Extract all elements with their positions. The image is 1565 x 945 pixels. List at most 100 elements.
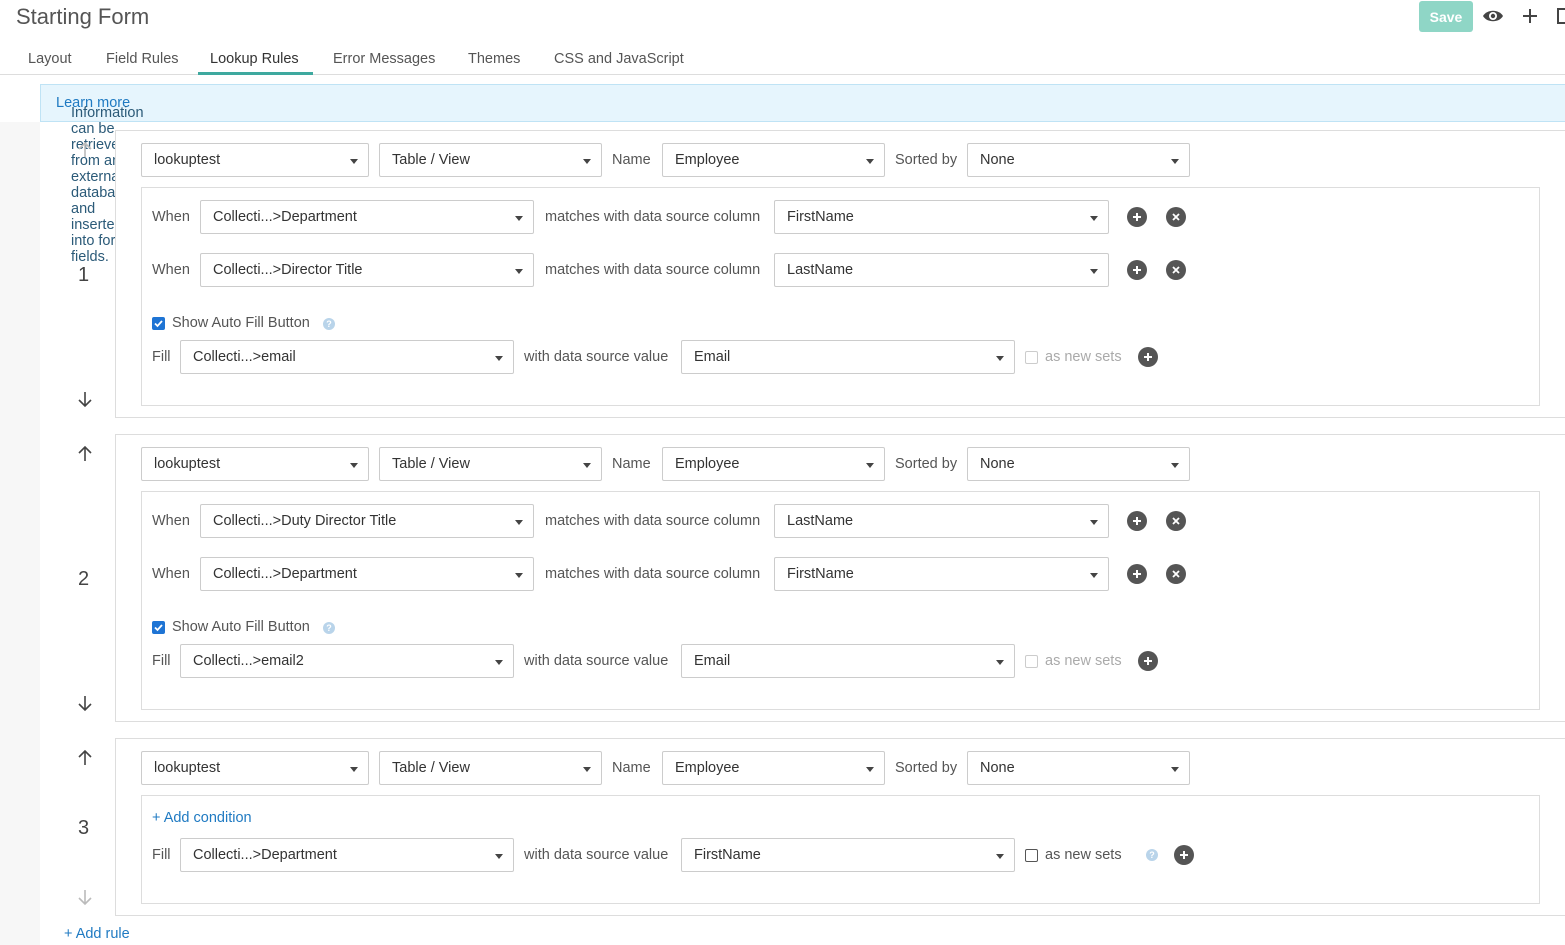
help-icon[interactable]: ? <box>1146 849 1158 861</box>
caret-down-icon <box>1090 269 1098 274</box>
tab-field-rules[interactable]: Field Rules <box>106 51 179 67</box>
tab-css-javascript[interactable]: CSS and JavaScript <box>554 51 684 67</box>
matches-label: matches with data source column <box>545 513 761 529</box>
active-tab-indicator <box>198 72 313 75</box>
condition-field-select[interactable]: Collecti...>Duty Director Title <box>200 504 534 538</box>
sorted-by-select[interactable]: None <box>967 143 1190 177</box>
tab-layout[interactable]: Layout <box>28 51 72 67</box>
move-down-icon[interactable] <box>75 887 95 907</box>
data-source-select[interactable]: lookuptest <box>141 447 369 481</box>
caret-down-icon <box>996 356 1004 361</box>
add-condition-icon[interactable] <box>1127 511 1147 531</box>
caret-down-icon <box>1171 159 1179 164</box>
fill-value-select[interactable]: Email <box>681 644 1015 678</box>
sorted-by-label: Sorted by <box>895 152 958 168</box>
plus-icon[interactable] <box>1518 4 1542 28</box>
data-source-select[interactable]: lookuptest <box>141 751 369 785</box>
add-fill-icon[interactable] <box>1138 347 1158 367</box>
caret-down-icon <box>583 463 591 468</box>
show-auto-fill-checkbox[interactable] <box>152 621 165 634</box>
move-up-icon[interactable] <box>75 748 95 768</box>
as-new-sets-label: as new sets <box>1045 847 1122 863</box>
source-type-select[interactable]: Table / View <box>379 447 602 481</box>
show-auto-fill-label: Show Auto Fill Button <box>172 315 310 331</box>
matches-label: matches with data source column <box>545 209 761 225</box>
add-fill-icon[interactable] <box>1174 845 1194 865</box>
as-new-sets-checkbox[interactable] <box>1025 849 1038 862</box>
source-type-select[interactable]: Table / View <box>379 143 602 177</box>
eye-icon[interactable] <box>1481 4 1505 28</box>
caret-down-icon <box>996 660 1004 665</box>
caret-down-icon <box>515 520 523 525</box>
sorted-by-label: Sorted by <box>895 760 958 776</box>
move-up-icon[interactable] <box>75 140 95 160</box>
caret-down-icon <box>1090 520 1098 525</box>
remove-condition-icon[interactable] <box>1166 511 1186 531</box>
help-icon[interactable]: ? <box>323 318 335 330</box>
caret-down-icon <box>515 216 523 221</box>
move-up-icon[interactable] <box>75 444 95 464</box>
as-new-sets-label: as new sets <box>1045 653 1122 669</box>
fill-field-select[interactable]: Collecti...>email2 <box>180 644 514 678</box>
condition-column-select[interactable]: LastName <box>774 253 1109 287</box>
when-label: When <box>152 513 190 529</box>
caret-down-icon <box>350 767 358 772</box>
add-condition-icon[interactable] <box>1127 207 1147 227</box>
table-name-select[interactable]: Employee <box>662 143 885 177</box>
caret-down-icon <box>866 463 874 468</box>
fill-label: Fill <box>152 349 171 365</box>
caret-down-icon <box>1090 573 1098 578</box>
caret-down-icon <box>1090 216 1098 221</box>
condition-field-select[interactable]: Collecti...>Director Title <box>200 253 534 287</box>
move-down-icon[interactable] <box>75 693 95 713</box>
data-source-select[interactable]: lookuptest <box>141 143 369 177</box>
fill-value-select[interactable]: FirstName <box>681 838 1015 872</box>
remove-condition-icon[interactable] <box>1166 564 1186 584</box>
caret-down-icon <box>866 767 874 772</box>
save-button[interactable]: Save <box>1419 1 1473 32</box>
caret-down-icon <box>350 463 358 468</box>
source-type-select[interactable]: Table / View <box>379 751 602 785</box>
table-name-select[interactable]: Employee <box>662 447 885 481</box>
table-name-select[interactable]: Employee <box>662 751 885 785</box>
remove-condition-icon[interactable] <box>1166 207 1186 227</box>
caret-down-icon <box>515 573 523 578</box>
info-banner: Information can be retrieved from an ext… <box>40 84 1565 265</box>
add-rule-link[interactable]: + Add rule <box>64 926 130 942</box>
sorted-by-select[interactable]: None <box>967 751 1190 785</box>
add-fill-icon[interactable] <box>1138 651 1158 671</box>
condition-column-select[interactable]: FirstName <box>774 557 1109 591</box>
move-down-icon[interactable] <box>75 389 95 409</box>
sorted-by-select[interactable]: None <box>967 447 1190 481</box>
condition-column-select[interactable]: FirstName <box>774 200 1109 234</box>
rule-number: 3 <box>78 817 90 839</box>
tab-error-messages[interactable]: Error Messages <box>333 51 435 67</box>
when-label: When <box>152 209 190 225</box>
copy-icon[interactable] <box>1552 4 1565 28</box>
with-value-label: with data source value <box>524 653 669 669</box>
caret-down-icon <box>495 660 503 665</box>
add-condition-link[interactable]: + Add condition <box>152 810 252 826</box>
add-condition-icon[interactable] <box>1127 260 1147 280</box>
caret-down-icon <box>1171 767 1179 772</box>
fill-field-select[interactable]: Collecti...>Department <box>180 838 514 872</box>
when-label: When <box>152 262 190 278</box>
as-new-sets-checkbox[interactable] <box>1025 655 1038 668</box>
condition-column-select[interactable]: LastName <box>774 504 1109 538</box>
condition-field-select[interactable]: Collecti...>Department <box>200 200 534 234</box>
fill-field-select[interactable]: Collecti...>email <box>180 340 514 374</box>
as-new-sets-checkbox[interactable] <box>1025 351 1038 364</box>
with-value-label: with data source value <box>524 847 669 863</box>
name-label: Name <box>612 456 651 472</box>
help-icon[interactable]: ? <box>323 622 335 634</box>
name-label: Name <box>612 152 651 168</box>
add-condition-icon[interactable] <box>1127 564 1147 584</box>
show-auto-fill-checkbox[interactable] <box>152 317 165 330</box>
condition-field-select[interactable]: Collecti...>Department <box>200 557 534 591</box>
fill-value-select[interactable]: Email <box>681 340 1015 374</box>
rule-number: 1 <box>78 264 90 286</box>
remove-condition-icon[interactable] <box>1166 260 1186 280</box>
tab-lookup-rules[interactable]: Lookup Rules <box>210 51 299 67</box>
caret-down-icon <box>1171 463 1179 468</box>
tab-themes[interactable]: Themes <box>468 51 520 67</box>
